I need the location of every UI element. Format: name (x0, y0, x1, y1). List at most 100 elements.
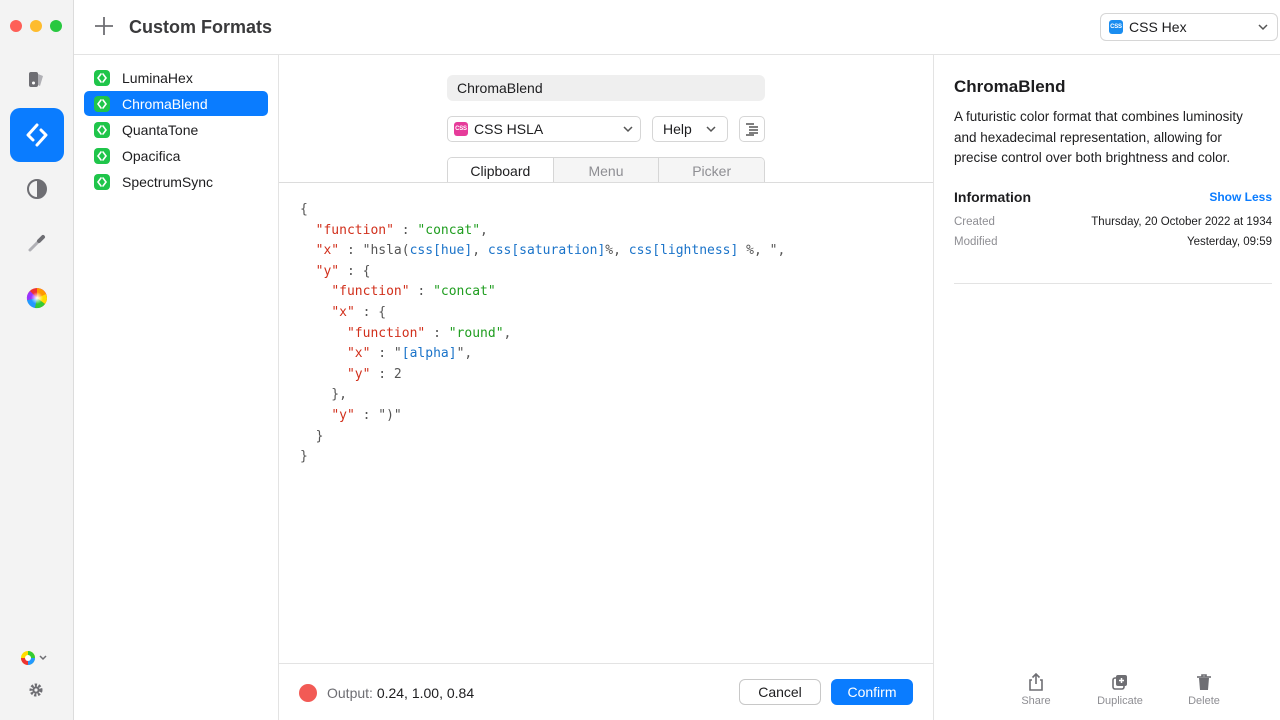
chevron-down-icon (39, 655, 47, 661)
code-token: "x" (331, 304, 355, 320)
format-list-item[interactable]: Opacifica (84, 143, 268, 168)
code-line: } (300, 427, 785, 448)
code-token: : "hsla( (339, 243, 410, 259)
code-line: "function" : "concat" (300, 282, 785, 303)
code-token: "function" (331, 284, 410, 300)
code-line: } (300, 447, 785, 468)
code-token: } (300, 449, 308, 465)
code-token: : { (339, 263, 371, 279)
format-name: Opacifica (122, 147, 181, 164)
text-align-icon (746, 123, 758, 136)
code-token: "function" (346, 325, 426, 341)
code-line: "y" : 2 (300, 365, 785, 386)
format-name: ChromaBlend (122, 95, 208, 112)
code-token: }, (300, 387, 347, 403)
code-token: %, ", (738, 243, 786, 259)
share-button[interactable]: Share (994, 673, 1078, 707)
code-token: , (480, 222, 488, 238)
code-token: "function" (315, 222, 394, 238)
duplicate-button[interactable]: Duplicate (1078, 673, 1162, 707)
rail-picker-button[interactable] (10, 216, 64, 270)
code-token: , (472, 243, 488, 259)
format-type-select[interactable]: CSS CSS HSLA (447, 116, 641, 142)
code-line: "y" : ")" (300, 406, 785, 427)
information-heading: Information (954, 189, 1031, 205)
chevron-down-icon (1258, 24, 1268, 31)
created-label: Created (954, 216, 995, 228)
css-badge-icon: CSS (1109, 20, 1123, 34)
code-editor[interactable]: { "function" : "concat", "x" : "hsla(css… (300, 200, 785, 468)
sidebar-rail (0, 0, 74, 720)
tab-clipboard[interactable]: Clipboard (448, 158, 554, 183)
rail-palettes-button[interactable] (10, 53, 64, 107)
code-line: "x" : "hsla(css[hue], css[saturation] %, … (300, 241, 786, 262)
code-line: "function" : "round", (300, 324, 785, 345)
color-dots-icon (21, 651, 35, 665)
code-token: : 2 (370, 366, 402, 382)
close-window-button[interactable] (10, 20, 22, 32)
output-label: Output: (327, 685, 377, 701)
chevron-down-icon (706, 126, 716, 133)
format-code-icon (94, 173, 110, 190)
cancel-button[interactable]: Cancel (739, 679, 821, 705)
add-format-button[interactable] (92, 14, 116, 38)
format-name-input[interactable] (447, 75, 765, 101)
page-title: Custom Formats (129, 17, 273, 37)
format-name: QuantaTone (122, 121, 199, 138)
tab-divider (279, 182, 933, 183)
help-menu-button[interactable]: Help (652, 116, 728, 142)
info-actions: Share Duplicate Delete (994, 673, 1246, 707)
code-token: , (503, 325, 512, 341)
code-token: css[hue] (409, 243, 473, 259)
eyedropper-icon (28, 235, 45, 252)
tab-picker[interactable]: Picker (659, 158, 764, 183)
format-code-icon (94, 69, 110, 86)
created-row: Created Thursday, 20 October 2022 at 193… (954, 216, 1272, 228)
code-line: { (300, 200, 785, 221)
color-wheel-icon (26, 288, 47, 309)
modified-row: Modified Yesterday, 09:59 (954, 236, 1272, 248)
code-token: : (409, 284, 434, 300)
zoom-window-button[interactable] (50, 20, 62, 32)
code-token: css[lightness] (628, 243, 739, 259)
info-divider (954, 283, 1272, 284)
delete-button[interactable]: Delete (1162, 673, 1246, 707)
rail-contrast-button[interactable] (10, 162, 64, 216)
duplicate-icon (1112, 675, 1127, 690)
code-token: ", (456, 346, 473, 362)
rail-color-wheel-button[interactable] (10, 271, 64, 325)
duplicate-label: Duplicate (1097, 695, 1143, 707)
output-preview: Output: 0.24, 1.00, 0.84 (327, 685, 474, 701)
code-token: "x" (315, 243, 340, 259)
format-list-item[interactable]: QuantaTone (84, 117, 268, 142)
format-list: LuminaHex ChromaBlend QuantaTone Opacifica S… (74, 55, 279, 720)
format-list-item[interactable]: ChromaBlend (84, 91, 268, 116)
code-token: : " (370, 346, 402, 362)
show-less-link[interactable]: Show Less (1209, 190, 1272, 204)
trash-icon (1197, 674, 1211, 690)
settings-button[interactable] (28, 682, 44, 698)
plus-icon (95, 17, 113, 35)
format-list-item[interactable]: SpectrumSync (84, 169, 268, 194)
rail-formats-button[interactable] (10, 108, 64, 162)
confirm-button[interactable]: Confirm (831, 679, 913, 705)
tab-menu[interactable]: Menu (553, 158, 660, 183)
format-code-icon (94, 147, 110, 164)
share-label: Share (1021, 695, 1051, 707)
format-code-button[interactable] (739, 116, 765, 142)
color-profile-menu[interactable] (20, 650, 48, 666)
code-token: [alpha] (401, 346, 457, 362)
code-token: : ")" (354, 407, 402, 423)
minimize-window-button[interactable] (30, 20, 42, 32)
chevron-down-icon (623, 126, 633, 133)
code-token: "concat" (417, 222, 481, 238)
output-format-select[interactable]: CSS CSS Hex (1100, 13, 1278, 41)
modified-label: Modified (954, 236, 998, 248)
format-list-item[interactable]: LuminaHex (84, 65, 268, 90)
